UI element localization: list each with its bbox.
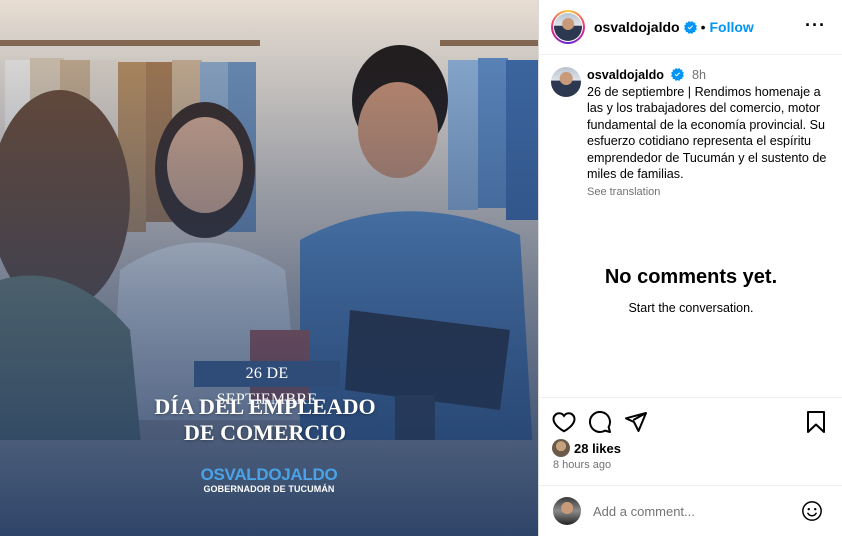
post-timestamp[interactable]: 8 hours ago xyxy=(553,459,611,471)
header-username[interactable]: osvaldojaldo xyxy=(594,19,680,35)
see-translation-link[interactable]: See translation xyxy=(587,184,830,201)
caption-text: 26 de septiembre | Rendimos homenaje a l… xyxy=(587,84,827,182)
caption-avatar[interactable] xyxy=(551,67,581,97)
bookmark-icon[interactable] xyxy=(805,410,827,434)
empty-comments: No comments yet. Start the conversation. xyxy=(539,266,842,315)
likes-row[interactable]: 28 likes xyxy=(552,439,621,457)
follow-button[interactable]: Follow xyxy=(709,19,753,35)
comment-bar xyxy=(539,485,842,536)
comment-input[interactable] xyxy=(593,503,793,519)
share-icon[interactable] xyxy=(624,410,648,434)
header-separator: • xyxy=(700,19,706,35)
verified-badge-icon xyxy=(671,68,685,81)
empty-comments-title: No comments yet. xyxy=(604,266,778,288)
date-banner: 26 DE SEPTIEMBRE xyxy=(194,361,340,408)
likes-count[interactable]: 28 likes xyxy=(574,441,621,456)
post-side-panel: osvaldojaldo • Follow ··· osvaldojaldo 8… xyxy=(538,0,842,536)
brand-subtitle: GOBERNADOR DE TUCUMÁN xyxy=(203,484,335,494)
post-caption: osvaldojaldo 8h 26 de septiembre | Rendi… xyxy=(539,55,842,200)
story-ring[interactable] xyxy=(551,10,585,44)
emoji-icon[interactable] xyxy=(801,500,823,522)
post-photo xyxy=(0,0,538,536)
action-bar xyxy=(539,397,842,441)
more-options-icon[interactable]: ··· xyxy=(805,16,826,34)
caption-username[interactable]: osvaldojaldo xyxy=(587,68,664,82)
empty-comments-subtitle: Start the conversation. xyxy=(628,301,754,315)
comment-icon[interactable] xyxy=(588,410,612,434)
caption-time[interactable]: 8h xyxy=(692,68,706,82)
post-headline-line1: DÍA DEL EMPLEADO xyxy=(154,394,376,419)
brand-part2: JALDO xyxy=(281,465,338,484)
liker-avatar xyxy=(552,439,570,457)
post-headline-line2: DE COMERCIO xyxy=(184,420,346,445)
brand-part1: OSVALDO xyxy=(200,465,282,484)
verified-badge-icon xyxy=(683,20,697,34)
heart-icon[interactable] xyxy=(552,410,576,434)
post-headline: DÍA DEL EMPLEADO DE COMERCIO xyxy=(120,394,410,446)
post-image[interactable]: 26 DE SEPTIEMBRE DÍA DEL EMPLEADO DE COM… xyxy=(0,0,538,536)
avatar[interactable] xyxy=(554,13,582,41)
post-header: osvaldojaldo • Follow ··· xyxy=(539,0,842,55)
brand-logo: OSVALDOJALDO GOBERNADOR DE TUCUMÁN xyxy=(186,466,352,495)
current-user-avatar xyxy=(553,497,581,525)
